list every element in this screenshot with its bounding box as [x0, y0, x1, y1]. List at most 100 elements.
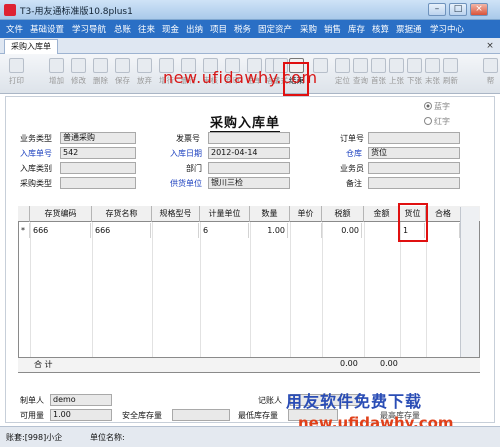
- save-icon: [115, 58, 130, 73]
- menu-item-tax[interactable]: 税务: [234, 23, 251, 35]
- order-no-field[interactable]: [368, 132, 460, 144]
- grid-divider: [30, 222, 31, 357]
- toolbar-button-label: 下张: [407, 76, 422, 85]
- menu-item-basic-settings[interactable]: 基础设置: [30, 23, 64, 35]
- cell-qty[interactable]: 1.00: [250, 223, 288, 238]
- grid-divider: [426, 222, 427, 357]
- cell-spec[interactable]: [155, 223, 199, 238]
- col-header-unit[interactable]: 计量单位: [200, 206, 250, 222]
- purchase-type-label: 采购类型: [20, 179, 52, 188]
- available-qty-field[interactable]: 1.00: [50, 409, 112, 421]
- col-header-tax[interactable]: 税额: [322, 206, 364, 222]
- sum-row: [18, 357, 480, 372]
- grid-divider: [200, 222, 201, 357]
- maximize-button[interactable]: □: [449, 3, 467, 16]
- purchase-type-field[interactable]: [60, 177, 136, 189]
- col-header-amount[interactable]: 金额: [364, 206, 400, 222]
- toolbar-button-help[interactable]: 帮: [480, 56, 500, 92]
- remark-label: 备注: [346, 179, 362, 188]
- sum-amount: 0.00: [380, 359, 398, 368]
- grid-corner: [18, 206, 30, 222]
- menu-item-fixed-assets[interactable]: 固定资产: [258, 23, 292, 35]
- toolbar-button-refresh[interactable]: 刷新: [440, 56, 461, 92]
- radio-red-label: 红字: [434, 117, 450, 126]
- highlight-box: [398, 203, 428, 242]
- radio-off-icon: [424, 117, 432, 125]
- sum-label: 合 计: [34, 360, 53, 369]
- receipt-date-field[interactable]: 2012-04-14: [208, 147, 290, 159]
- cell-unit[interactable]: 6: [203, 223, 249, 238]
- close-window-button[interactable]: ×: [470, 3, 488, 16]
- toolbar-button-label: 末张: [425, 76, 440, 85]
- col-header-spec[interactable]: 规格型号: [152, 206, 200, 222]
- sum-tax: 0.00: [340, 359, 358, 368]
- safety-stock-field[interactable]: [172, 409, 230, 421]
- toolbar-button-label: 删除: [93, 76, 108, 85]
- menu-item-sales[interactable]: 销售: [324, 23, 341, 35]
- col-header-price[interactable]: 单价: [290, 206, 322, 222]
- toolbar-button-save[interactable]: 保存: [112, 56, 133, 92]
- help-icon: [483, 58, 498, 73]
- menu-item-cash[interactable]: 现金: [162, 23, 179, 35]
- toolbar-button-add[interactable]: 增加: [46, 56, 67, 92]
- menu-item-accounting[interactable]: 核算: [372, 23, 389, 35]
- status-account: 账套:[998]小企: [6, 433, 63, 442]
- grid-scrollbar[interactable]: [460, 207, 479, 372]
- bookkeeper-label: 记账人: [258, 396, 282, 405]
- menu-item-receivables[interactable]: 往来: [138, 23, 155, 35]
- invoice-no-field[interactable]: [208, 132, 290, 144]
- cell-tax[interactable]: 0.00: [322, 223, 362, 238]
- menu-item-file[interactable]: 文件: [6, 23, 23, 35]
- cell-qualified[interactable]: [426, 223, 460, 238]
- grid-divider: [322, 222, 323, 357]
- menu-item-general-ledger[interactable]: 总账: [114, 23, 131, 35]
- menu-item-inventory[interactable]: 库存: [348, 23, 365, 35]
- delete-icon: [93, 58, 108, 73]
- minimize-button[interactable]: –: [428, 3, 446, 16]
- cell-amount[interactable]: [364, 223, 400, 238]
- remark-field[interactable]: [368, 177, 460, 189]
- watermark-url: new.ufidawhy.com: [163, 68, 318, 87]
- toolbar-button-edit[interactable]: 修改: [68, 56, 89, 92]
- col-header-name[interactable]: 存货名称: [92, 206, 152, 222]
- cell-price[interactable]: [290, 223, 322, 238]
- row-marker: *: [21, 223, 30, 238]
- maker-field[interactable]: demo: [50, 394, 112, 406]
- radio-blue-label: 蓝字: [434, 102, 450, 111]
- menu-item-cashier[interactable]: 出纳: [186, 23, 203, 35]
- app-logo-icon: [4, 4, 16, 16]
- radio-blue[interactable]: 蓝字: [424, 101, 450, 112]
- clerk-field[interactable]: [368, 162, 460, 174]
- menu-item-bills[interactable]: 票据通: [396, 23, 422, 35]
- menu-item-project[interactable]: 项目: [210, 23, 227, 35]
- cell-code[interactable]: 666: [33, 223, 91, 238]
- menu-item-purchase[interactable]: 采购: [300, 23, 317, 35]
- radio-red[interactable]: 红字: [424, 116, 450, 127]
- close-icon[interactable]: ×: [484, 40, 496, 52]
- warehouse-field[interactable]: 货位: [368, 147, 460, 159]
- receipt-no-field[interactable]: 542: [60, 147, 136, 159]
- toolbar-button-printer[interactable]: 打印: [6, 56, 27, 92]
- department-field[interactable]: [208, 162, 290, 174]
- add-icon: [49, 58, 64, 73]
- supplier-field[interactable]: 银川三检: [208, 177, 290, 189]
- cell-name[interactable]: 666: [95, 223, 151, 238]
- receipt-category-field[interactable]: [60, 162, 136, 174]
- col-header-qualified[interactable]: 合格: [426, 206, 460, 222]
- available-qty-label: 可用量: [20, 411, 44, 420]
- maker-label: 制单人: [20, 396, 44, 405]
- toolbar-button-delete[interactable]: 删除: [90, 56, 111, 92]
- menu-item-learning-center[interactable]: 学习中心: [430, 23, 464, 35]
- col-header-code[interactable]: 存货编码: [30, 206, 92, 222]
- document-tab-strip: 采购入库单 ×: [0, 38, 500, 54]
- business-type-field[interactable]: 普通采购: [60, 132, 136, 144]
- receipt-no-label: 入库单号: [20, 149, 52, 158]
- title-bar: T3-用友通标准版10.8plus1 – □ ×: [0, 0, 500, 20]
- menu-item-learning-nav[interactable]: 学习导航: [72, 23, 106, 35]
- watermark-cn: 用友软件免费下载: [286, 392, 423, 411]
- locate-icon: [335, 58, 350, 73]
- tab-purchase-receipt[interactable]: 采购入库单: [4, 39, 58, 54]
- toolbar-button-label: 增加: [49, 76, 64, 85]
- col-header-qty[interactable]: 数量: [250, 206, 290, 222]
- toolbar-button-discard[interactable]: 放弃: [134, 56, 155, 92]
